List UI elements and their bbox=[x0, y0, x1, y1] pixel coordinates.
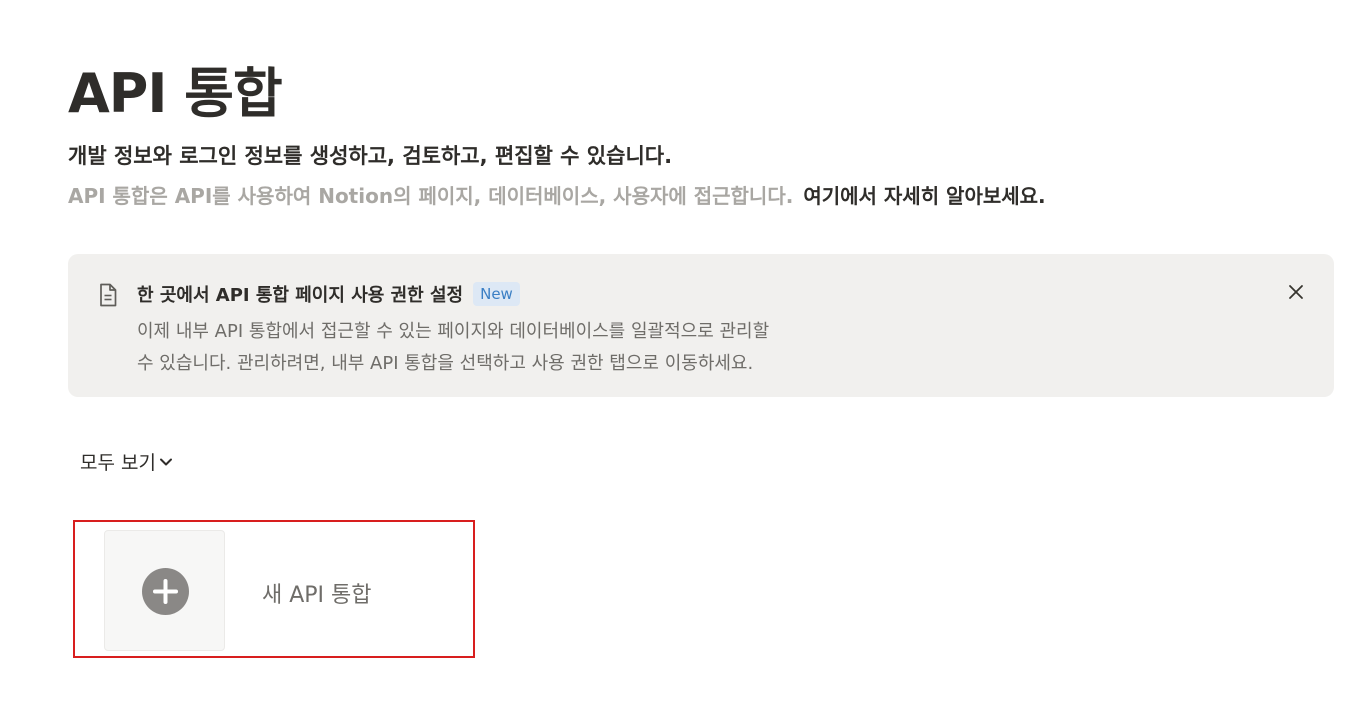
new-integration-label: 새 API 통합 bbox=[262, 583, 372, 608]
close-icon[interactable] bbox=[1286, 282, 1306, 302]
plus-circle-icon bbox=[142, 568, 189, 615]
banner-title: 한 곳에서 API 통합 페이지 사용 권한 설정 New bbox=[137, 281, 520, 307]
api-integrations-page: API 통합 개발 정보와 로그인 정보를 생성하고, 검토하고, 편집할 수 … bbox=[0, 0, 1356, 718]
banner-text-line: 수 있습니다. 관리하려면, 내부 API 통합을 선택하고 사용 권한 탭으로… bbox=[137, 353, 754, 374]
permissions-banner: 한 곳에서 API 통합 페이지 사용 권한 설정 New 이제 내부 API … bbox=[68, 254, 1334, 397]
new-integration-tile[interactable] bbox=[104, 530, 225, 651]
banner-text: 이제 내부 API 통합에서 접근할 수 있는 페이지와 데이터베이스를 일괄적… bbox=[137, 316, 769, 380]
document-icon bbox=[96, 282, 120, 308]
banner-title-text: 한 곳에서 API 통합 페이지 사용 권한 설정 bbox=[137, 285, 464, 306]
chevron-down-icon bbox=[159, 458, 172, 465]
banner-text-line: 이제 내부 API 통합에서 접근할 수 있는 페이지와 데이터베이스를 일괄적… bbox=[137, 321, 770, 342]
description-text: API 통합은 API를 사용하여 Notion의 페이지, 데이터베이스, 사… bbox=[68, 184, 794, 208]
view-all-dropdown[interactable]: 모두 보기 bbox=[80, 448, 174, 475]
page-title: API 통합 bbox=[68, 62, 283, 125]
new-badge: New bbox=[473, 282, 520, 306]
page-description: API 통합은 API를 사용하여 Notion의 페이지, 데이터베이스, 사… bbox=[68, 180, 1046, 209]
new-integration-button[interactable]: 새 API 통합 bbox=[104, 530, 474, 652]
page-subtitle: 개발 정보와 로그인 정보를 생성하고, 검토하고, 편집할 수 있습니다. bbox=[68, 144, 673, 168]
view-all-label: 모두 보기 bbox=[80, 452, 156, 474]
learn-more-link[interactable]: 여기에서 자세히 알아보세요. bbox=[803, 184, 1045, 208]
